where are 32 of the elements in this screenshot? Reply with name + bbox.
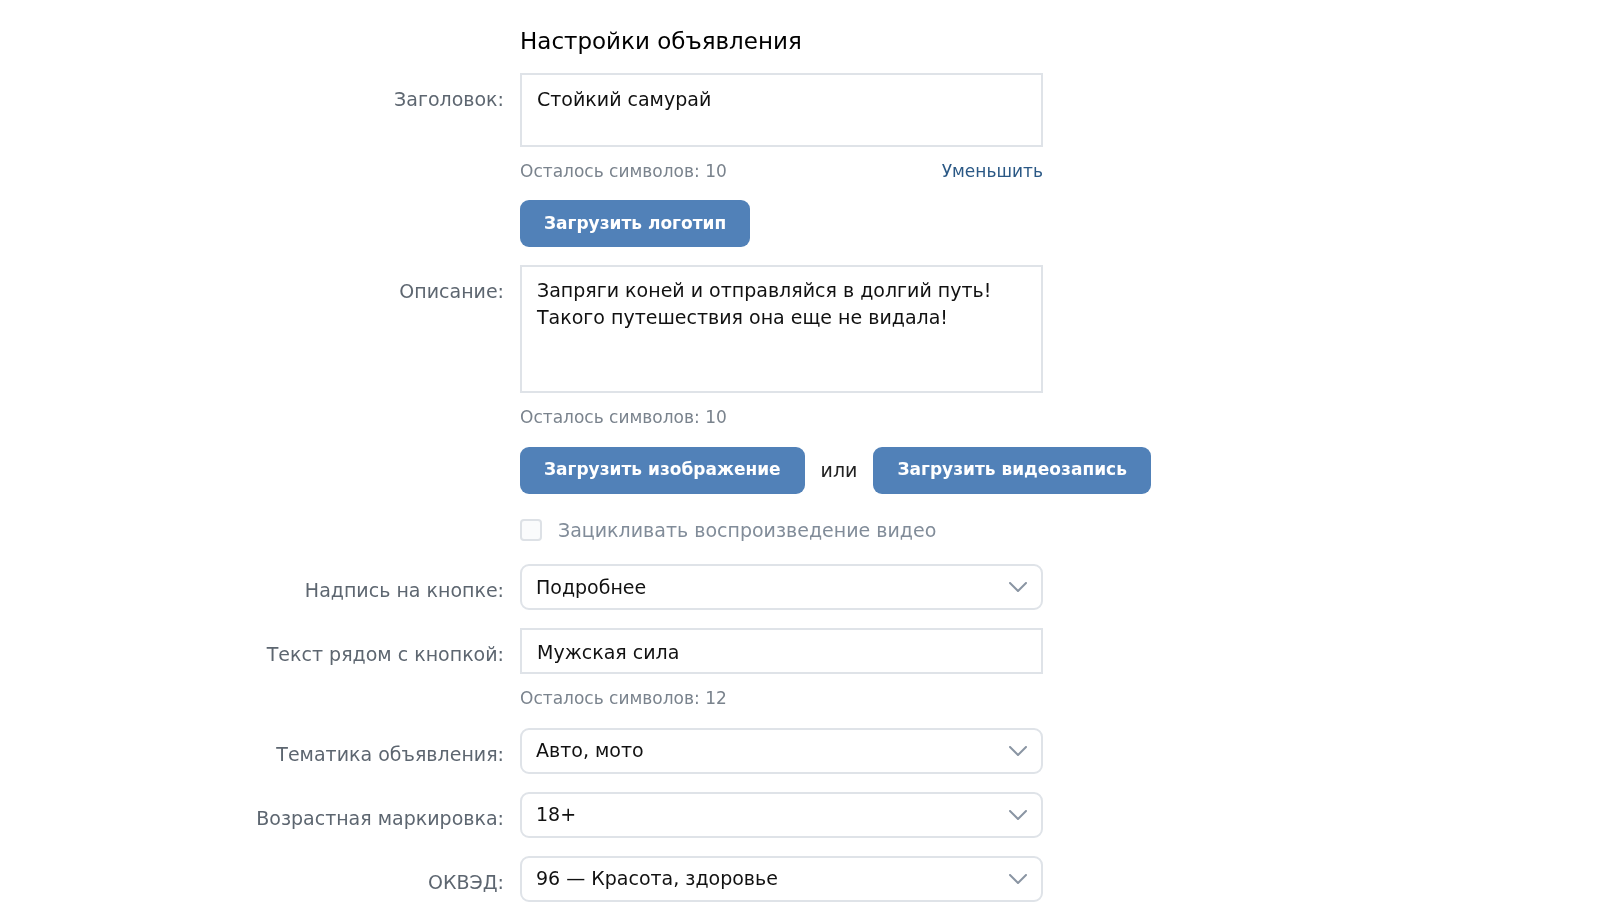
chevron-down-icon [1009, 745, 1027, 756]
field-label: Заголовок: [394, 86, 504, 112]
field-label: Текст рядом с кнопкой: [266, 642, 504, 667]
text-field[interactable]: Запряги коней и отправляйся в долгий путь! Такого путешествия она еще не видала! [520, 265, 1043, 393]
dropdown-field[interactable]: 18+ [520, 791, 1043, 838]
dropdown-field[interactable]: 96 — Красота, здоровье [520, 855, 1043, 902]
chevron-down-icon [1009, 582, 1027, 592]
dropdown-field[interactable]: Подробнее [520, 564, 1043, 610]
chevron-down-icon [1009, 809, 1027, 820]
dropdown-field[interactable]: Авто, мото [520, 727, 1043, 774]
dropdown-value: Подробнее [536, 574, 647, 600]
char-counter: Осталось символов: 12 [520, 687, 727, 710]
field-label: Надпись на кнопке: [304, 578, 504, 603]
upload-button[interactable]: Загрузить видеозапись [873, 446, 1151, 494]
shorten-link[interactable]: Уменьшить [941, 158, 1043, 184]
upload-button[interactable]: Загрузить логотип [520, 200, 751, 247]
dropdown-value: 18+ [536, 802, 577, 828]
upload-button[interactable]: Загрузить изображение [520, 446, 805, 494]
text-field[interactable]: Мужская сила [520, 628, 1043, 674]
field-label: Возрастная маркировка: [256, 805, 504, 831]
field-label: Описание: [399, 279, 504, 304]
field-label: Тематика объявления: [276, 741, 504, 767]
char-counter: Осталось символов: 10 [520, 406, 727, 429]
char-counter: Осталось символов: 10 [520, 159, 727, 183]
section-title: Настройки объявления [520, 27, 803, 56]
checkbox-label: Зацикливать воспроизведение видео [558, 517, 937, 543]
field-label: ОКВЭД: [428, 869, 504, 895]
dropdown-value: Авто, мото [536, 738, 644, 764]
chevron-down-icon [1009, 873, 1027, 884]
text-field[interactable]: Стойкий самурай [520, 72, 1043, 147]
dropdown-value: 96 — Красота, здоровье [536, 866, 778, 892]
separator-text: или [820, 457, 858, 483]
